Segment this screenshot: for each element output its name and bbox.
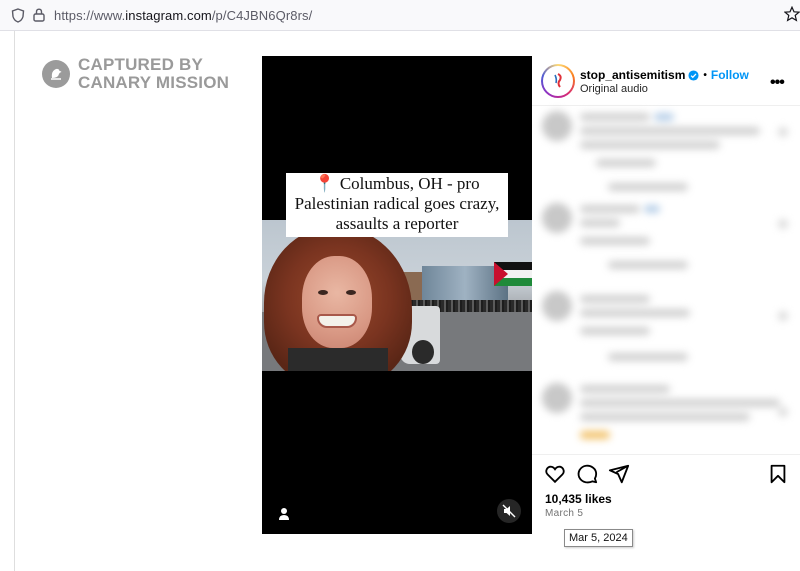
comment-text — [580, 309, 690, 317]
muted-speaker-icon — [502, 504, 516, 518]
heart-icon — [778, 311, 788, 321]
likes-count[interactable]: 10,435 likes — [545, 492, 612, 506]
comment-emoji — [580, 431, 610, 439]
view-replies — [608, 183, 688, 191]
post-date[interactable]: March 5 — [545, 508, 583, 519]
comment-text — [580, 113, 650, 121]
person-face — [302, 256, 372, 348]
video-caption: 📍 Columbus, OH - pro Palestinian radical… — [286, 173, 508, 237]
post-video[interactable]: 📍 Columbus, OH - pro Palestinian radical… — [262, 56, 532, 534]
person-mouth — [317, 314, 357, 328]
video-frame — [262, 220, 532, 371]
comment-text — [580, 399, 780, 407]
comments-list-blurred — [532, 107, 800, 451]
star-icon[interactable] — [784, 6, 800, 22]
watermark-line-1: CAPTURED BY — [78, 55, 203, 74]
palestinian-flag — [494, 262, 532, 286]
address-field[interactable]: https://www.instagram.com/p/C4JBN6Qr8rs/ — [54, 8, 312, 23]
comment-text — [580, 219, 620, 227]
follow-button[interactable]: Follow — [711, 68, 749, 82]
post-header: stop_antisemitism • Follow Original audi… — [532, 56, 800, 106]
view-replies — [608, 353, 688, 361]
watermark-line-2: CANARY MISSION — [78, 73, 230, 92]
car-tire — [412, 340, 434, 364]
page-divider — [14, 31, 15, 571]
list-item — [532, 383, 800, 451]
canary-mission-watermark: CAPTURED BY CANARY MISSION — [42, 56, 229, 92]
comment-text — [580, 385, 670, 393]
person-eye — [318, 290, 328, 295]
comment-text — [644, 205, 660, 213]
lock-icon[interactable] — [33, 8, 45, 22]
avatar — [542, 111, 572, 141]
shield-icon[interactable] — [11, 8, 25, 23]
verified-badge-icon — [688, 69, 699, 81]
post-actions: 10,435 likes March 5 — [532, 454, 800, 534]
heart-icon — [778, 127, 788, 137]
share-icon[interactable] — [608, 463, 630, 485]
heart-icon — [778, 219, 788, 229]
person-shirt — [288, 348, 388, 371]
comment-text — [654, 113, 674, 121]
browser-url-bar: https://www.instagram.com/p/C4JBN6Qr8rs/ — [0, 0, 800, 31]
url-prefix: https://www. — [54, 8, 126, 23]
heart-icon — [778, 407, 788, 417]
view-replies — [608, 261, 688, 269]
username-link[interactable]: stop_antisemitism — [580, 68, 685, 82]
list-item — [532, 199, 800, 291]
post-side-panel: stop_antisemitism • Follow Original audi… — [532, 56, 800, 534]
comment-text — [580, 295, 650, 303]
bookmark-icon[interactable] — [767, 463, 789, 485]
comment-meta — [580, 327, 650, 335]
comment-text — [580, 413, 750, 421]
original-audio-link[interactable]: Original audio — [580, 83, 648, 95]
avatar-logo-icon — [543, 66, 573, 96]
avatar[interactable] — [541, 64, 575, 98]
pin-icon: 📍 — [314, 174, 336, 193]
comment-text — [580, 205, 640, 213]
heart-icon[interactable] — [544, 463, 566, 485]
comment-meta — [580, 237, 650, 245]
more-options-icon[interactable]: ••• — [770, 74, 785, 92]
post-author-row: stop_antisemitism • Follow — [580, 68, 749, 82]
date-tooltip: Mar 5, 2024 — [564, 529, 633, 547]
person-eye — [346, 290, 356, 295]
comment-icon[interactable] — [576, 463, 598, 485]
comment-text — [580, 141, 720, 149]
mute-button[interactable] — [497, 499, 521, 523]
avatar — [542, 203, 572, 233]
avatar — [542, 291, 572, 321]
comment-text — [580, 127, 760, 135]
avatar — [542, 383, 572, 413]
comment-meta — [596, 159, 656, 167]
user-tag-icon[interactable] — [278, 507, 290, 521]
list-item — [532, 107, 800, 199]
url-host: instagram.com — [125, 8, 212, 23]
separator-dot: • — [703, 69, 707, 81]
list-item — [532, 291, 800, 383]
canary-logo-icon — [42, 60, 70, 88]
url-path: /p/C4JBN6Qr8rs/ — [211, 8, 313, 23]
